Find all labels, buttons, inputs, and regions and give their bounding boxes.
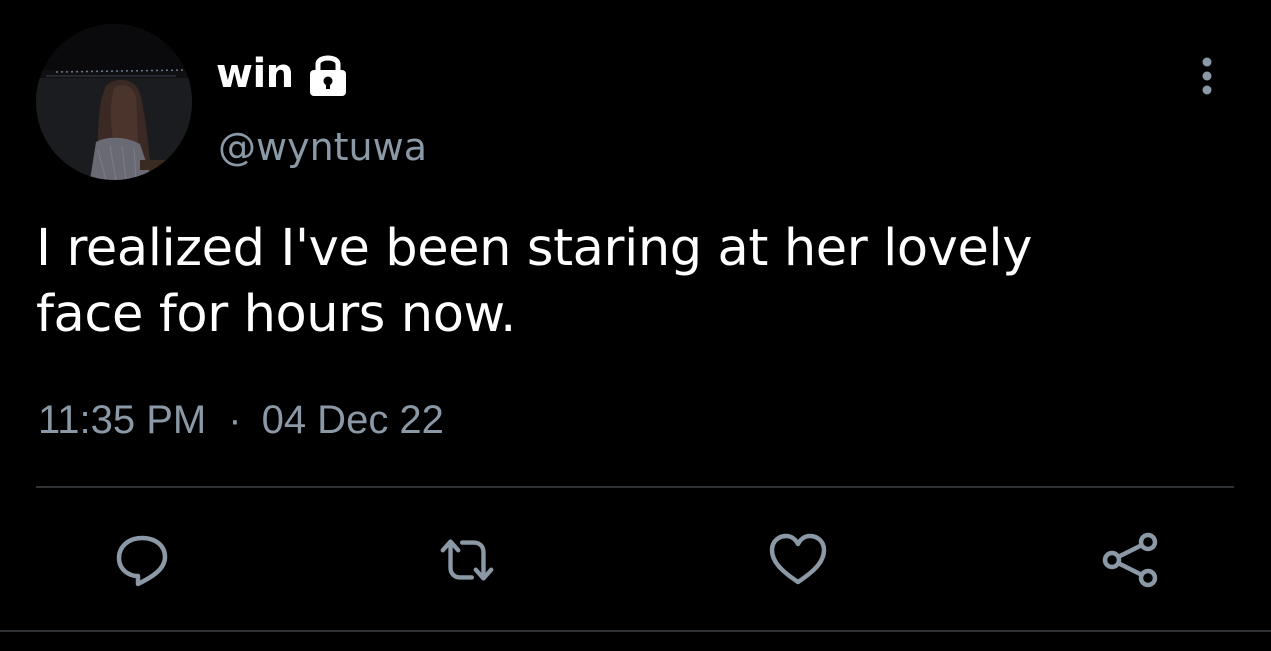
display-name[interactable]: win bbox=[216, 51, 294, 97]
heart-icon bbox=[769, 533, 827, 585]
retweet-button[interactable] bbox=[435, 528, 499, 592]
tweet-date[interactable]: 04 Dec 22 bbox=[262, 398, 444, 443]
tweet-card: win @wyntuwa I realized I've been starin… bbox=[0, 0, 1271, 651]
tweet-text-line-2: face for hours now. bbox=[36, 285, 516, 344]
tweet-text: I realized I've been staring at her love… bbox=[36, 216, 1216, 348]
user-handle[interactable]: @wyntuwa bbox=[218, 125, 427, 169]
avatar-photo bbox=[36, 24, 192, 180]
tweet-text-line-1: I realized I've been staring at her love… bbox=[36, 219, 1032, 278]
tweet-time[interactable]: 11:35 PM bbox=[38, 398, 206, 443]
reply-button[interactable] bbox=[110, 528, 174, 592]
bottom-divider bbox=[0, 630, 1271, 632]
more-vertical-icon[interactable] bbox=[1190, 52, 1224, 100]
share-icon bbox=[1102, 532, 1158, 588]
action-bar bbox=[0, 528, 1271, 592]
tweet-meta: 11:35 PM · 04 Dec 22 bbox=[38, 398, 444, 443]
user-name-row: win bbox=[216, 44, 350, 104]
like-button[interactable] bbox=[766, 528, 830, 592]
reply-icon bbox=[116, 535, 168, 587]
lock-icon bbox=[306, 50, 350, 98]
share-button[interactable] bbox=[1098, 528, 1162, 592]
retweet-icon bbox=[440, 539, 494, 581]
meta-separator: · bbox=[228, 398, 242, 442]
divider bbox=[36, 486, 1234, 488]
avatar[interactable] bbox=[36, 24, 192, 180]
